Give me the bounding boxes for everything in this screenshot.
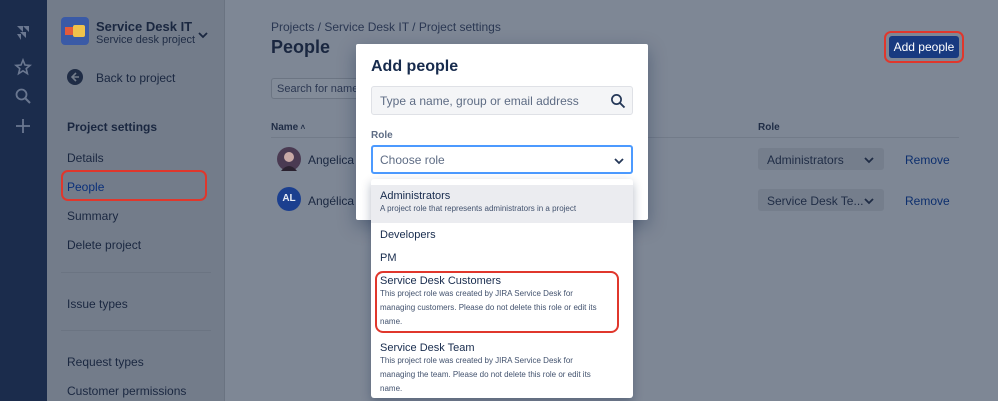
role-option-developers[interactable]: Developers xyxy=(371,229,633,249)
sidebar-item-customer-permissions[interactable]: Customer permissions xyxy=(67,384,186,398)
member-role-value: Service Desk Te... xyxy=(767,194,864,208)
back-arrow-icon[interactable] xyxy=(67,69,83,85)
people-highlight-ring xyxy=(61,170,207,201)
role-option-service-desk-team[interactable]: Service Desk Team This project role was … xyxy=(371,342,633,398)
search-icon xyxy=(610,93,626,112)
option-title: Service Desk Team xyxy=(380,342,475,354)
global-nav xyxy=(0,0,47,401)
option-description: managing the team. Please do not delete … xyxy=(380,370,591,379)
jira-logo-icon[interactable] xyxy=(12,22,34,44)
sidebar-item-issue-types[interactable]: Issue types xyxy=(67,297,128,311)
chevron-down-icon[interactable] xyxy=(197,26,209,44)
remove-member-link[interactable]: Remove xyxy=(905,194,950,208)
chevron-down-icon xyxy=(863,153,875,167)
option-title: PM xyxy=(380,252,397,264)
sidebar-divider xyxy=(61,272,211,273)
breadcrumb[interactable]: Projects / Service Desk IT / Project set… xyxy=(271,20,501,34)
sidebar-divider xyxy=(61,330,211,331)
option-description: This project role was created by JIRA Se… xyxy=(380,356,573,365)
user-search-input[interactable]: Type a name, group or email address xyxy=(371,86,633,115)
option-title: Developers xyxy=(380,229,436,241)
remove-member-link[interactable]: Remove xyxy=(905,153,950,167)
role-label: Role xyxy=(371,130,393,141)
option-description: A project role that represents administr… xyxy=(380,204,577,213)
chevron-down-icon xyxy=(863,194,875,208)
option-title: Administrators xyxy=(380,190,451,202)
project-settings-heading: Project settings xyxy=(67,120,158,134)
avatar: AL xyxy=(277,187,301,211)
role-select[interactable]: Choose role xyxy=(371,145,633,174)
role-option-administrators[interactable]: Administrators A project role that repre… xyxy=(371,185,633,223)
option-description: name. xyxy=(380,384,403,393)
dialog-title: Add people xyxy=(371,58,459,75)
project-type: Service desk project xyxy=(96,34,196,46)
chevron-down-icon xyxy=(613,154,625,168)
project-avatar xyxy=(61,17,89,45)
page-title: People xyxy=(271,37,331,57)
member-role-value: Administrators xyxy=(767,153,844,167)
sidebar-item-summary[interactable]: Summary xyxy=(67,209,118,223)
member-role-select[interactable]: Service Desk Te... xyxy=(758,189,884,211)
plus-icon[interactable] xyxy=(12,115,34,137)
user-search-placeholder: Type a name, group or email address xyxy=(380,94,579,108)
avatar xyxy=(277,147,301,171)
service-desk-customers-highlight-ring xyxy=(375,271,619,333)
back-to-project-link[interactable]: Back to project xyxy=(96,71,175,85)
star-icon[interactable] xyxy=(12,56,34,78)
role-select-placeholder: Choose role xyxy=(380,153,445,167)
member-role-select[interactable]: Administrators xyxy=(758,148,884,170)
project-name: Service Desk IT xyxy=(96,19,193,34)
sidebar-item-request-types[interactable]: Request types xyxy=(67,355,144,369)
column-header-name-label: Name xyxy=(271,122,299,133)
add-people-highlight-ring xyxy=(884,31,964,63)
sort-arrow-icon: ˄ xyxy=(298,123,306,132)
sidebar-item-details[interactable]: Details xyxy=(67,151,104,165)
sidebar-item-delete-project[interactable]: Delete project xyxy=(67,238,141,252)
column-header-role: Role xyxy=(758,122,780,133)
search-icon[interactable] xyxy=(12,85,34,107)
people-search-input[interactable]: Search for names xyxy=(271,78,363,99)
column-header-name[interactable]: Name ˄ xyxy=(271,122,305,133)
role-option-pm[interactable]: PM xyxy=(371,252,633,272)
